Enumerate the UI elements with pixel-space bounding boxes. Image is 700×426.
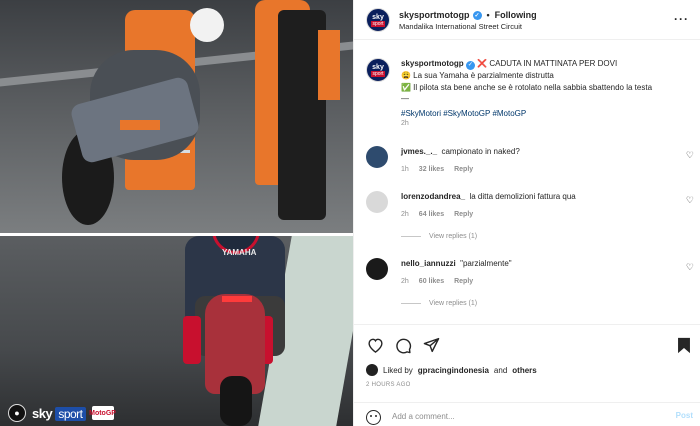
following-button[interactable]: Following bbox=[495, 10, 537, 20]
motogp-logo: MotoGP bbox=[89, 406, 116, 420]
comment-likes[interactable]: 60 likes bbox=[419, 278, 444, 285]
replies-line bbox=[401, 236, 421, 237]
like-comment-heart-icon[interactable]: ♡ bbox=[686, 150, 694, 161]
comment-text: campionato in naked? bbox=[441, 147, 520, 156]
comment-bubble-icon[interactable] bbox=[394, 336, 412, 354]
commenter-username[interactable]: jvmes._._ bbox=[401, 147, 437, 156]
caption-avatar[interactable]: sky sport bbox=[366, 58, 390, 82]
caption-line-3: ✅ Il pilota sta bene anche se è rotolato… bbox=[401, 82, 653, 92]
comment-time: 2h bbox=[401, 278, 409, 285]
liker-avatar[interactable] bbox=[366, 364, 378, 376]
media-watermark: ● sky sport MotoGP bbox=[8, 404, 116, 422]
commenter-avatar[interactable] bbox=[366, 191, 388, 213]
comment-text-row: nello_iannuzzi "parzialmente" bbox=[401, 259, 512, 268]
like-comment-heart-icon[interactable]: ♡ bbox=[686, 262, 694, 273]
liked-by-prefix: Liked by bbox=[383, 365, 413, 375]
comment-meta: 2h 60 likes Reply bbox=[401, 278, 473, 285]
commenter-username[interactable]: nello_iannuzzi bbox=[401, 259, 456, 268]
like-comment-heart-icon[interactable]: ♡ bbox=[686, 195, 694, 206]
comment-likes[interactable]: 32 likes bbox=[419, 166, 444, 173]
post-viewer: YAMAHA ● sky sport MotoGP sky sport skysp… bbox=[0, 0, 700, 426]
header-user-row: skysportmotogp ✓ • Following bbox=[399, 10, 537, 20]
verified-badge-icon: ✓ bbox=[465, 61, 475, 71]
commenter-username[interactable]: lorenzodandrea_ bbox=[401, 192, 465, 201]
post-media[interactable]: YAMAHA ● sky sport MotoGP bbox=[0, 0, 353, 426]
reply-button[interactable]: Reply bbox=[454, 211, 473, 218]
post-header: sky sport skysportmotogp ✓ • Following Ma… bbox=[354, 0, 700, 40]
verified-badge-icon: ✓ bbox=[472, 10, 482, 20]
post-actions-bar bbox=[354, 324, 700, 364]
add-comment-bar: Post bbox=[354, 402, 700, 426]
replies-line bbox=[401, 303, 421, 304]
share-send-icon[interactable] bbox=[422, 336, 440, 354]
view-replies-button[interactable]: View replies (1) bbox=[401, 233, 477, 240]
comment-time: 2h bbox=[401, 211, 409, 218]
reply-button[interactable]: Reply bbox=[454, 278, 473, 285]
liked-by-and: and bbox=[493, 365, 508, 375]
save-bookmark-icon[interactable] bbox=[675, 336, 693, 354]
crashed-bike-photo bbox=[0, 0, 353, 233]
post-side-panel: sky sport skysportmotogp ✓ • Following Ma… bbox=[353, 0, 700, 426]
caption-line-4: — bbox=[401, 94, 409, 104]
comment-text-row: lorenzodandrea_ la ditta demolizioni fat… bbox=[401, 192, 576, 201]
post-timestamp: 2 HOURS AGO bbox=[366, 382, 411, 388]
view-replies-button[interactable]: View replies (1) bbox=[401, 300, 477, 307]
post-caption: skysportmotogp ✓ ❌ CADUTA IN MATTINATA P… bbox=[401, 58, 691, 119]
post-location[interactable]: Mandalika International Street Circuit bbox=[399, 22, 522, 31]
comment-time: 1h bbox=[401, 166, 409, 173]
caption-hashtags[interactable]: #SkyMotori #SkyMotoGP #MotoGP bbox=[401, 108, 691, 120]
caption-line-2: 😩 La sua Yamaha è parzialmente distrutta bbox=[401, 71, 554, 81]
account-username[interactable]: skysportmotogp bbox=[399, 10, 470, 20]
user-avatar-icon: ● bbox=[8, 404, 26, 422]
caption-line-1: ❌ CADUTA IN MATTINATA PER DOVI bbox=[477, 59, 618, 68]
separator-dot: • bbox=[486, 10, 490, 20]
comment-meta: 1h 32 likes Reply bbox=[401, 166, 473, 173]
comment-meta: 2h 64 likes Reply bbox=[401, 211, 473, 218]
sky-sport-logo: sky sport bbox=[32, 406, 86, 421]
comment-text-row: jvmes._._ campionato in naked? bbox=[401, 147, 520, 156]
more-options-icon[interactable]: ··· bbox=[674, 12, 689, 26]
liker-username[interactable]: gpracingindonesia bbox=[418, 366, 489, 375]
account-avatar[interactable]: sky sport bbox=[366, 8, 390, 32]
rider-scooter-photo: YAMAHA bbox=[0, 236, 353, 426]
comment-likes[interactable]: 64 likes bbox=[419, 211, 444, 218]
caption-timestamp: 2h bbox=[401, 120, 409, 127]
comment-text: "parzialmente" bbox=[460, 259, 512, 268]
liked-by-others[interactable]: others bbox=[512, 366, 536, 375]
reply-button[interactable]: Reply bbox=[454, 166, 473, 173]
likes-summary: Liked by gpracingindonesia and others bbox=[366, 364, 537, 376]
caption-username[interactable]: skysportmotogp bbox=[401, 59, 464, 68]
comment-input[interactable] bbox=[392, 409, 652, 423]
like-heart-icon[interactable] bbox=[366, 336, 384, 354]
commenter-avatar[interactable] bbox=[366, 146, 388, 168]
post-comment-button[interactable]: Post bbox=[676, 411, 693, 420]
commenter-avatar[interactable] bbox=[366, 258, 388, 280]
comment-text: la ditta demolizioni fattura qua bbox=[469, 192, 576, 201]
emoji-icon[interactable] bbox=[366, 410, 381, 425]
